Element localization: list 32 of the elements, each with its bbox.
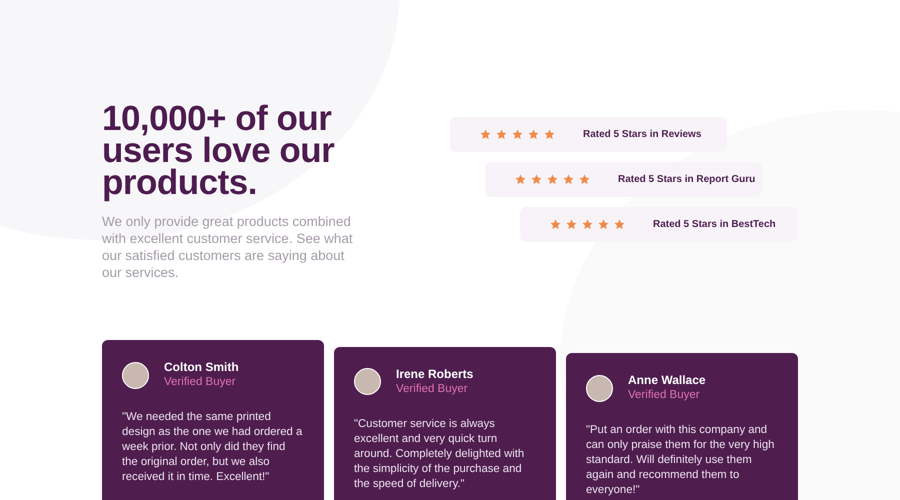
reviewer-name: Irene Roberts — [396, 366, 474, 382]
review-quote: "We needed the same printed design as the one we had ordered a week prior. Not only did they find the original order, but we also received it in time. Excellent!" — [122, 410, 304, 485]
star-icon — [547, 174, 558, 185]
star-icon — [512, 129, 523, 140]
avatar-circle — [354, 368, 381, 395]
reviewer-role: Verified Buyer — [164, 375, 237, 390]
star-icon — [480, 129, 491, 140]
review-quote: "Put an order with this company and can only praise them for the very high standard. Will definitely use them again and recommend them to everyone!" — [586, 423, 776, 498]
rating-label: Rated 5 Stars in Reviews — [583, 129, 702, 140]
avatar-circle — [586, 374, 613, 402]
star-icon — [528, 129, 539, 140]
avatar-circle — [122, 362, 149, 388]
intro-paragraph: We only provide great products combined with excellent customer service. See what our satisfied customers are saying about our services. — [102, 213, 354, 281]
star-icon — [496, 129, 507, 140]
reviewer-name: Colton Smith — [164, 360, 239, 375]
star-icon — [563, 174, 574, 185]
star-icon — [598, 219, 609, 230]
reviewer-name: Anne Wallace — [628, 373, 706, 388]
star-icon — [582, 219, 593, 230]
reviewer-role: Verified Buyer — [628, 388, 701, 403]
star-icon — [544, 129, 555, 140]
rating-label: Rated 5 Stars in BestTech — [653, 219, 776, 230]
star-icon — [579, 174, 590, 185]
star-icon — [614, 219, 625, 230]
rating-label: Rated 5 Stars in Report Guru — [618, 174, 756, 185]
reviewer-role: Verified Buyer — [396, 382, 469, 396]
star-icon — [531, 174, 542, 185]
star-icon — [515, 174, 526, 185]
star-icon — [550, 219, 561, 230]
review-quote: "Customer service is always excellent and very quick turn around. Completely delighted with the simplicity of the purchase and the speed of delivery." — [354, 416, 526, 492]
main-heading: 10,000+ of our users love our products. — [102, 103, 336, 199]
star-icon — [566, 219, 577, 230]
